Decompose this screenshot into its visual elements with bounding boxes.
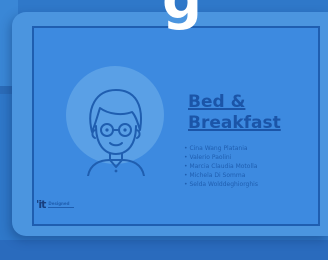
presentation-slide: Bed & Breakfast Cina Wang Platania Valer…	[32, 26, 320, 226]
background-floor	[0, 240, 328, 260]
slide-title-line-2: Breakfast	[188, 113, 281, 133]
team-member: Michela Di Somma	[184, 171, 258, 180]
team-member: Marcia Claudia Motolla	[184, 162, 258, 171]
logo-name: Designed	[48, 201, 70, 206]
page-heading: g	[162, 0, 202, 28]
team-list: Cina Wang Platania Valerio Paolini Marci…	[184, 144, 258, 189]
slide-title-line-1: Bed &	[188, 92, 246, 112]
logo: 'it Designed	[36, 198, 75, 211]
slide-title: Bed & Breakfast	[188, 92, 281, 134]
tablet-icon: Bed & Breakfast Cina Wang Platania Valer…	[12, 12, 328, 236]
avatar-icon	[87, 89, 145, 176]
team-member: Cina Wang Platania	[184, 144, 258, 153]
team-member: Valerio Paolini	[184, 153, 258, 162]
logo-underline	[48, 207, 75, 208]
logo-mark: 'it	[36, 198, 46, 211]
team-member: Selda Wolddeghiorghis	[184, 180, 258, 189]
